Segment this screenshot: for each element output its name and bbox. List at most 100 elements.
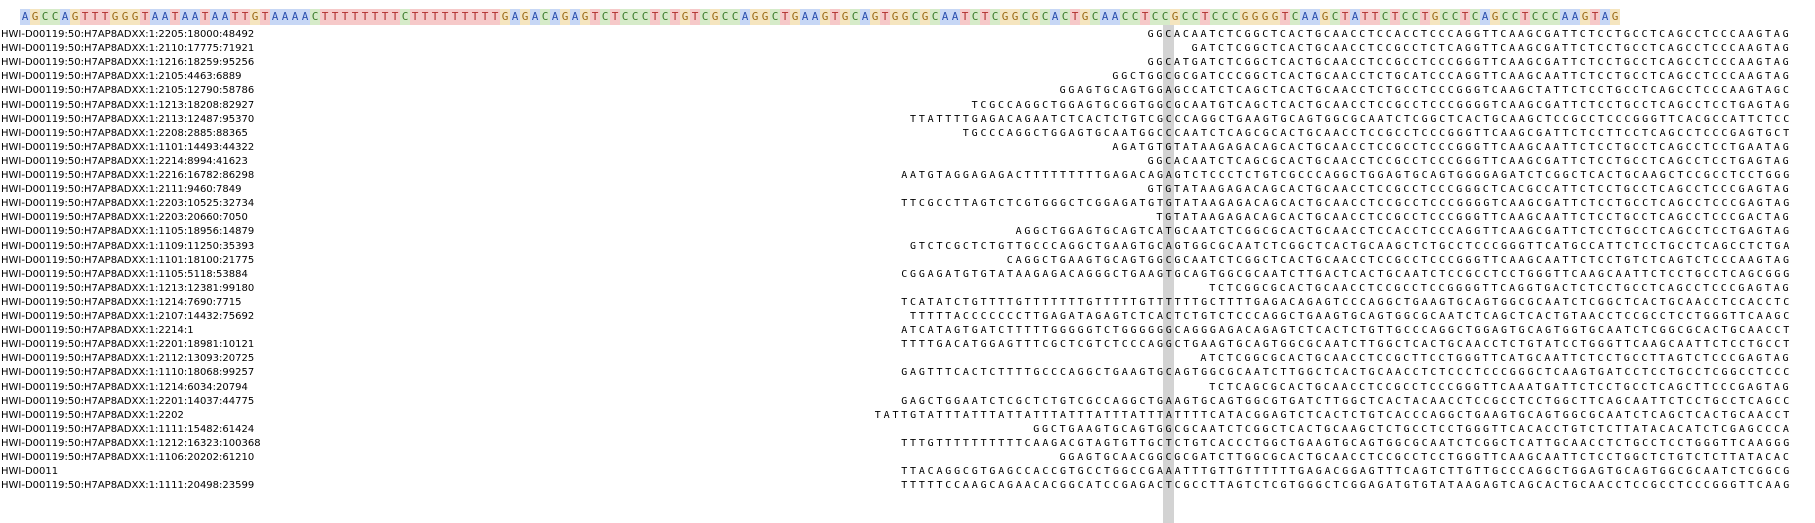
read-row[interactable]: HWI-D0011 TTACAGGCGTGAGCCACCGTGCCTGGCCGAA… [0, 464, 1815, 479]
read-row[interactable]: HWI-D00119:50:H7AP8ADXX:1:2111:9460:7849… [0, 182, 1815, 197]
reference-base: G [760, 9, 770, 25]
read-row[interactable]: HWI-D00119:50:H7AP8ADXX:1:2110:17775:719… [0, 41, 1815, 56]
read-row[interactable]: HWI-D00119:50:H7AP8ADXX:1:2214:8994:4162… [0, 154, 1815, 169]
reference-base: G [1270, 9, 1280, 25]
reference-base: T [330, 9, 340, 25]
reference-base: T [260, 9, 270, 25]
reference-base: G [520, 9, 530, 25]
reference-row: AGCCAGTTTGGGTAATAATAATTGTAAAACTTTTTTTTCT… [0, 9, 1815, 25]
reference-base: T [480, 9, 490, 25]
read-name: HWI-D00119:50:H7AP8ADXX:1:1212:16323:100… [1, 437, 261, 449]
reference-base: C [1550, 9, 1560, 25]
read-sequence: TTTTTCCAAGCAGAACACGGCATCCGAGACTCGCCTTAGT… [901, 480, 1793, 492]
read-row[interactable]: HWI-D00119:50:H7AP8ADXX:1:1105:5118:5388… [0, 267, 1815, 282]
reference-base: C [1290, 9, 1300, 25]
reference-base: C [1470, 9, 1480, 25]
read-row[interactable]: HWI-D00119:50:H7AP8ADXX:1:1216:18259:952… [0, 55, 1815, 70]
read-name: HWI-D00119:50:H7AP8ADXX:1:1110:18068:992… [1, 367, 255, 379]
reference-base: T [880, 9, 890, 25]
read-row[interactable]: HWI-D00119:50:H7AP8ADXX:1:1111:15482:614… [0, 422, 1815, 437]
reference-base: A [1560, 9, 1570, 25]
reference-base: T [1360, 9, 1370, 25]
read-sequence: GGCATGATCTCGGCTCACTGCAACCTCCGCCTCCCGGGTT… [1147, 57, 1792, 69]
read-sequence: GAGTTTCACTCTTTTGCCCAGGCTGAAGTGCAGTGGCGCA… [901, 367, 1793, 379]
read-sequence: TCGCCAGGCTGGAGTGCGGTGGCGCAATGTCAGCTCACTG… [971, 99, 1792, 111]
reference-base: G [30, 9, 40, 25]
read-row[interactable]: HWI-D00119:50:H7AP8ADXX:1:1105:18956:148… [0, 224, 1815, 239]
reference-base: C [1160, 9, 1170, 25]
read-row[interactable]: HWI-D00119:50:H7AP8ADXX:1:1213:12381:991… [0, 281, 1815, 296]
read-name: HWI-D00119:50:H7AP8ADXX:1:1105:18956:148… [1, 226, 255, 238]
read-row[interactable]: HWI-D00119:50:H7AP8ADXX:1:2113:12487:953… [0, 112, 1815, 127]
reference-base: G [870, 9, 880, 25]
reference-base: T [470, 9, 480, 25]
reference-base: C [1040, 9, 1050, 25]
read-row[interactable]: HWI-D00119:50:H7AP8ADXX:1:2201:18981:101… [0, 337, 1815, 352]
read-sequence: GGCTGAAGTGCAGTGGCGCAATCTCGGCTCACTGCAAGCT… [1033, 423, 1792, 435]
reference-base: C [850, 9, 860, 25]
read-row[interactable]: HWI-D00119:50:H7AP8ADXX:1:2107:14432:756… [0, 309, 1815, 324]
read-row[interactable]: HWI-D00119:50:H7AP8ADXX:1:2203:10525:327… [0, 196, 1815, 211]
reference-base: A [150, 9, 160, 25]
reference-base: T [1590, 9, 1600, 25]
read-row[interactable]: HWI-D00119:50:H7AP8ADXX:1:1110:18068:992… [0, 365, 1815, 380]
reference-base: C [1450, 9, 1460, 25]
reference-base: T [1140, 9, 1150, 25]
read-row[interactable]: HWI-D00119:50:H7AP8ADXX:1:1111:20498:235… [0, 478, 1815, 493]
read-row[interactable]: HWI-D00119:50:H7AP8ADXX:1:2205:18000:484… [0, 27, 1815, 42]
read-name: HWI-D00119:50:H7AP8ADXX:1:2203:20660:705… [1, 212, 248, 224]
reference-base: T [460, 9, 470, 25]
reference-base: G [250, 9, 260, 25]
reference-base: C [910, 9, 920, 25]
reference-base: G [1610, 9, 1620, 25]
reference-base: T [1370, 9, 1380, 25]
read-name: HWI-D00119:50:H7AP8ADXX:1:2214:8994:4162… [1, 155, 248, 167]
read-name: HWI-D00119:50:H7AP8ADXX:1:2105:4463:6889 [1, 71, 242, 83]
read-row[interactable]: HWI-D00119:50:H7AP8ADXX:1:1101:18100:217… [0, 253, 1815, 268]
read-row[interactable]: HWI-D00119:50:H7AP8ADXX:1:2105:12790:587… [0, 83, 1815, 98]
reference-base: T [690, 9, 700, 25]
reference-base: T [650, 9, 660, 25]
reference-base: G [560, 9, 570, 25]
read-row[interactable]: HWI-D00119:50:H7AP8ADXX:1:2105:4463:6889… [0, 69, 1815, 84]
read-name: HWI-D00119:50:H7AP8ADXX:1:1109:11250:353… [1, 240, 255, 252]
read-row[interactable]: HWI-D00119:50:H7AP8ADXX:1:2208:2885:8836… [0, 126, 1815, 141]
read-name: HWI-D00119:50:H7AP8ADXX:1:1214:7690:7715 [1, 296, 242, 308]
read-name: HWI-D00119:50:H7AP8ADXX:1:2216:16782:862… [1, 170, 255, 181]
reference-base: A [800, 9, 810, 25]
read-name: HWI-D00119:50:H7AP8ADXX:1:1213:18208:829… [1, 99, 255, 111]
read-name: HWI-D00119:50:H7AP8ADXX:1:2105:12790:587… [1, 85, 255, 97]
read-sequence: AATGTAGGAGAGACTTTTTTTTTGAGACAGAGTCTCCCTC… [901, 170, 1793, 181]
read-row[interactable]: HWI-D00119:50:H7AP8ADXX:1:2214:1 ATCATAGT… [0, 323, 1815, 338]
reference-base: G [120, 9, 130, 25]
read-sequence: TTTTTACCCCCCCTTGAGATAGAGTCTCACTCTGTCTCCC… [910, 311, 1793, 322]
read-row[interactable]: HWI-D00119:50:H7AP8ADXX:1:2112:13093:207… [0, 351, 1815, 366]
read-sequence: TGCCCAGGCTGGAGTGCAATGGCCCAATCTCAGCGCACTG… [962, 127, 1792, 139]
reference-base: C [990, 9, 1000, 25]
read-row[interactable]: HWI-D00119:50:H7AP8ADXX:1:1214:7690:7715… [0, 295, 1815, 310]
read-sequence: GTCTCGCTCTGTTGCCCAGGCTGAAGTGCAGTGGCGCAAT… [910, 240, 1793, 252]
read-row[interactable]: HWI-D00119:50:H7AP8ADXX:1:2216:16782:862… [0, 168, 1815, 183]
reference-base: T [360, 9, 370, 25]
reference-base: T [1460, 9, 1470, 25]
reference-base: G [750, 9, 760, 25]
reference-base: A [190, 9, 200, 25]
read-row[interactable]: HWI-D00119:50:H7AP8ADXX:1:2203:20660:705… [0, 210, 1815, 225]
reference-base: G [920, 9, 930, 25]
reference-base: G [900, 9, 910, 25]
read-name: HWI-D00119:50:H7AP8ADXX:1:1111:20498:235… [1, 480, 255, 492]
read-row[interactable]: HWI-D00119:50:H7AP8ADXX:1:1106:20202:612… [0, 450, 1815, 465]
reference-base: T [1070, 9, 1080, 25]
read-row[interactable]: HWI-D00119:50:H7AP8ADXX:1:1214:6034:2079… [0, 380, 1815, 395]
reference-base: A [280, 9, 290, 25]
read-row[interactable]: HWI-D00119:50:H7AP8ADXX:1:1101:14493:443… [0, 140, 1815, 155]
read-row[interactable]: HWI-D00119:50:H7AP8ADXX:1:2202 TATTGTATTT… [0, 408, 1815, 423]
reference-base: C [1540, 9, 1550, 25]
read-row[interactable]: HWI-D00119:50:H7AP8ADXX:1:2201:14037:447… [0, 394, 1815, 409]
reference-base: G [1080, 9, 1090, 25]
read-row[interactable]: HWI-D00119:50:H7AP8ADXX:1:1212:16323:100… [0, 436, 1815, 451]
read-sequence: CGGAGATGTGTATAAGAGACAGGGCTGAAGTGCAGTGGCG… [901, 268, 1793, 280]
reference-base: T [1520, 9, 1530, 25]
read-row[interactable]: HWI-D00119:50:H7AP8ADXX:1:1213:18208:829… [0, 98, 1815, 113]
read-row[interactable]: HWI-D00119:50:H7AP8ADXX:1:1109:11250:353… [0, 239, 1815, 254]
